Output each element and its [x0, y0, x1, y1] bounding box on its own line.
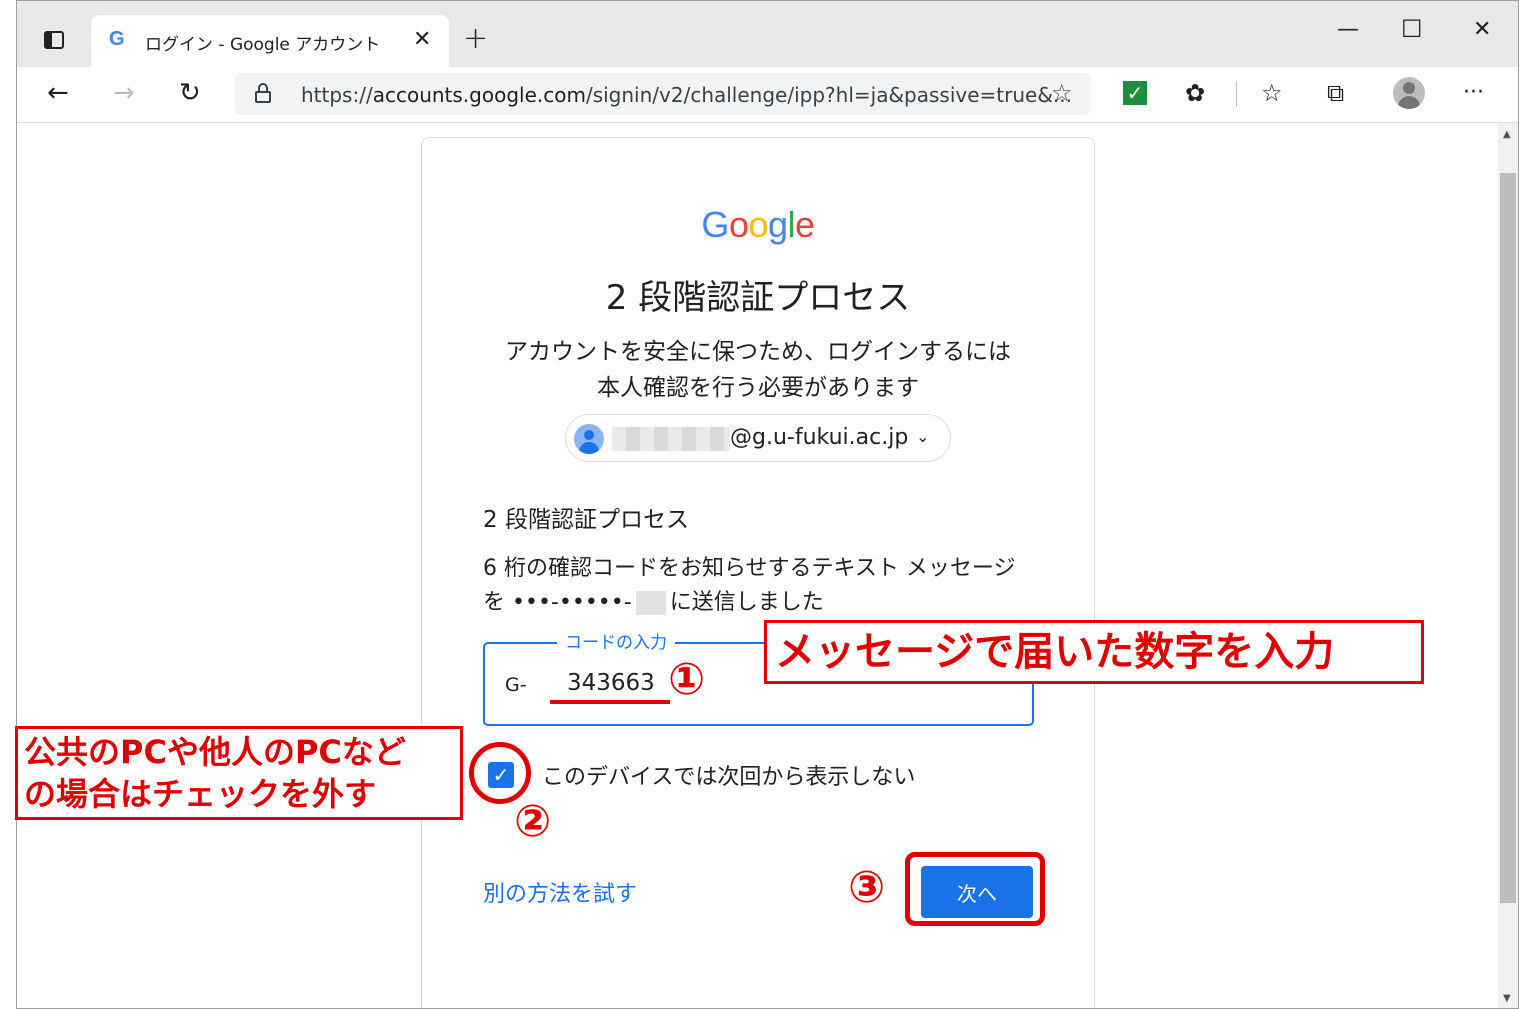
tab-title: ログイン - Google アカウント: [145, 35, 381, 55]
subtitle-line-2: 本人確認を行う必要があります: [597, 375, 919, 401]
account-chip[interactable]: @g.u-fukui.ac.jp ⌄: [565, 414, 951, 462]
favorites-icon[interactable]: ☆: [1261, 77, 1283, 109]
logo-letter: g: [768, 204, 788, 245]
next-button-highlight-annotation: [905, 852, 1045, 926]
code-field-label: コードの入力: [557, 628, 675, 653]
blurred-digits: [635, 591, 666, 615]
scroll-down-icon[interactable]: ▼: [1503, 993, 1511, 1004]
step-1-marker: ①: [668, 654, 706, 705]
extension-check-icon[interactable]: ✓: [1123, 81, 1147, 105]
maximize-icon[interactable]: ☐: [1401, 15, 1423, 43]
avatar: [574, 424, 604, 454]
url-text: https://accounts.google.com/signin/v2/ch…: [301, 83, 1072, 107]
step-2-marker: ②: [514, 796, 552, 847]
try-another-way-link[interactable]: 別の方法を試す: [483, 876, 637, 908]
blurred-username: [612, 427, 730, 451]
url-host: accounts.google.com: [372, 83, 586, 107]
public-pc-note-line-1: 公共のPCや他人のPCなど: [24, 733, 406, 771]
public-pc-note-line-2: の場合はチェックを外す: [24, 775, 377, 813]
tab-strip: G ログイン - Google アカウント ✕ + — ☐ ✕: [17, 1, 1518, 67]
masked-phone: を •••-•••••-: [483, 590, 632, 615]
public-pc-note: 公共のPCや他人のPCなど の場合はチェックを外す: [15, 726, 463, 820]
logo-letter: e: [795, 204, 815, 245]
toolbar-separator: [1236, 81, 1237, 107]
logo-letter: o: [748, 204, 768, 245]
step-3-marker: ③: [848, 862, 886, 913]
refresh-icon[interactable]: ↻: [179, 77, 201, 109]
subtitle-line-1: アカウントを安全に保つため、ログインするには: [505, 339, 1011, 365]
tab-actions-icon[interactable]: [39, 25, 69, 55]
forward-icon[interactable]: →: [113, 77, 135, 109]
url-path: /signin/v2/challenge/ipp?hl=ja&passive=t…: [585, 83, 1073, 107]
tab-active[interactable]: G ログイン - Google アカウント ✕: [91, 15, 449, 67]
more-icon[interactable]: ···: [1463, 77, 1484, 109]
scrollbar-thumb[interactable]: [1500, 173, 1516, 903]
code-prefix: G-: [505, 674, 527, 696]
url-prefix: https://: [301, 83, 373, 107]
page-viewport: Google 2 段階認証プロセス アカウントを安全に保つため、ログインするには…: [17, 123, 1498, 1008]
remember-device-label[interactable]: このデバイスでは次回から表示しない: [542, 759, 915, 791]
logo-letter: l: [787, 204, 796, 245]
logo-letter: o: [728, 204, 749, 245]
extensions-icon[interactable]: ✿: [1185, 77, 1205, 109]
section-title: 2 段階認証プロセス: [483, 507, 689, 533]
close-icon[interactable]: ✕: [1473, 17, 1491, 42]
message-suffix: に送信しました: [669, 590, 824, 615]
add-favorite-icon[interactable]: ☆: [1051, 79, 1073, 107]
back-icon[interactable]: ←: [47, 77, 69, 109]
toolbar: ← → ↻ https://accounts.google.com/signin…: [17, 67, 1518, 123]
new-tab-icon[interactable]: +: [463, 21, 488, 56]
scroll-up-icon[interactable]: ▲: [1503, 129, 1511, 140]
message-line-2: を •••-•••••- に送信しました: [483, 584, 824, 616]
page-title: 2 段階認証プロセス: [605, 278, 911, 318]
code-underline-annotation: [550, 700, 670, 704]
browser-window: G ログイン - Google アカウント ✕ + — ☐ ✕ ← → ↻ ht…: [16, 0, 1519, 1009]
lock-icon[interactable]: [255, 83, 271, 103]
scrollbar[interactable]: ▲ ▼: [1498, 123, 1518, 1008]
account-email: @g.u-fukui.ac.jp: [730, 425, 909, 450]
profile-icon[interactable]: [1393, 77, 1425, 109]
google-logo: Google: [422, 204, 1094, 246]
google-favicon-icon: G: [109, 28, 125, 50]
logo-letter: G: [701, 204, 729, 245]
tab-close-icon[interactable]: ✕: [413, 27, 431, 52]
enter-code-note: メッセージで届いた数字を入力: [764, 620, 1424, 684]
message-line-1: 6 桁の確認コードをお知らせするテキスト メッセージ: [483, 556, 1016, 581]
collections-icon[interactable]: ⧉: [1327, 77, 1344, 109]
address-bar[interactable]: https://accounts.google.com/signin/v2/ch…: [235, 73, 1091, 115]
chevron-down-icon: ⌄: [916, 427, 930, 446]
minimize-icon[interactable]: —: [1337, 17, 1359, 42]
checkbox-circle-annotation: [469, 742, 531, 804]
